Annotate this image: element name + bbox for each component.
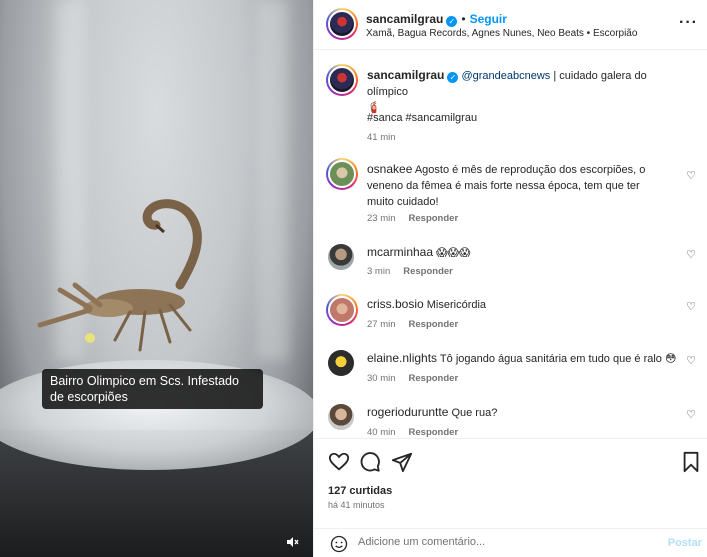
commenter-avatar[interactable] (326, 294, 358, 326)
post-media[interactable]: Bairro Olimpico em Scs. Infestado de esc… (0, 0, 313, 557)
more-options-icon[interactable]: ··· (679, 14, 698, 32)
add-comment-input[interactable] (358, 536, 618, 548)
comment-time: 40 min (367, 427, 396, 438)
comment-time: 30 min (367, 373, 396, 384)
like-comment-heart-icon[interactable]: ♡ (686, 169, 696, 182)
reply-button[interactable]: Responder (409, 319, 459, 330)
add-comment-bar: Postar (314, 528, 707, 557)
like-comment-heart-icon[interactable]: ♡ (686, 300, 696, 313)
like-heart-icon[interactable] (328, 451, 350, 473)
likes-count[interactable]: 127 curtidas (328, 485, 392, 497)
reply-button[interactable]: Responder (409, 373, 459, 384)
reply-button[interactable]: Responder (403, 266, 453, 277)
like-comment-heart-icon[interactable]: ♡ (686, 354, 696, 367)
comment-time: 23 min (367, 213, 396, 224)
commenter-avatar[interactable] (328, 350, 354, 376)
audio-subline[interactable]: Xamã, Bagua Records, Agnes Nunes, Neo Be… (366, 28, 637, 39)
comment-text: rogerioduruntte Que rua? (367, 404, 667, 421)
reply-button[interactable]: Responder (409, 427, 459, 438)
commenter-avatar[interactable] (328, 244, 354, 270)
commenter-avatar[interactable] (326, 158, 358, 190)
comment-time: 3 min (367, 266, 391, 277)
comment-body: Tô jogando água sanitária em tudo que é … (439, 353, 677, 365)
post-header: sancamilgrau ✓ • Seguir Xamã, Bagua Records… (314, 0, 707, 50)
media-caption: Bairro Olimpico em Scs. Infestado de esc… (42, 369, 263, 409)
comment-bubble-icon[interactable] (359, 451, 381, 473)
comment-body: 😱😱😱 (436, 247, 471, 259)
comments-list: sancamilgrau ✓ @grandeabcnews | cuidado g… (314, 50, 707, 438)
comment-meta: 30 min Responder (367, 373, 458, 384)
post-comment-button[interactable]: Postar (668, 537, 702, 549)
verified-badge-icon: ✓ (447, 72, 459, 83)
caption-username[interactable]: sancamilgrau (367, 68, 444, 82)
author-avatar[interactable] (326, 8, 358, 40)
glass-reflection (258, 0, 288, 360)
comment-username[interactable]: mcarminhaa (367, 245, 433, 259)
comment-text: osnakee Agosto é mês de reprodução dos e… (367, 161, 667, 210)
verified-badge-icon: ✓ (446, 16, 458, 27)
comment-text: elaine.nlights Tô jogando água sanitária… (367, 350, 687, 367)
share-send-icon[interactable] (391, 451, 413, 473)
comment-meta: 23 min Responder (367, 213, 458, 224)
comment-text: mcarminhaa 😱😱😱 (367, 244, 667, 261)
separator-dot: • (461, 12, 466, 26)
caption-hashtags[interactable]: #sanca #sancamilgrau (367, 110, 667, 126)
speaker-muted-icon[interactable] (282, 532, 302, 552)
comment-meta: 3 min Responder (367, 266, 453, 277)
bookmark-icon[interactable] (680, 451, 702, 473)
post-actions: 127 curtidas há 41 minutos Postar (314, 438, 707, 557)
reply-button[interactable]: Responder (409, 213, 459, 224)
comment-username[interactable]: elaine.nlights (367, 351, 437, 365)
comment-body: Que rua? (451, 407, 498, 419)
comment-username[interactable]: osnakee (367, 162, 412, 176)
caption-text: sancamilgrau ✓ @grandeabcnews | cuidado g… (367, 67, 667, 116)
like-comment-heart-icon[interactable]: ♡ (686, 408, 696, 421)
caption-time: 41 min (367, 132, 396, 143)
like-comment-heart-icon[interactable]: ♡ (686, 248, 696, 261)
author-avatar[interactable] (326, 64, 358, 96)
post-panel: sancamilgrau ✓ • Seguir Xamã, Bagua Records… (313, 0, 707, 557)
author-username[interactable]: sancamilgrau (366, 12, 443, 26)
posted-time: há 41 minutos (328, 500, 385, 510)
emoji-icon[interactable] (330, 535, 348, 553)
comment-meta: 27 min Responder (367, 319, 458, 330)
caption-mention[interactable]: @grandeabcnews (461, 70, 550, 82)
comment-username[interactable]: rogerioduruntte (367, 405, 448, 419)
comment-body: Misericórdia (426, 299, 487, 311)
scorpion-image (37, 199, 202, 352)
commenter-avatar[interactable] (328, 404, 354, 430)
comment-time: 27 min (367, 319, 396, 330)
comment-text: criss.bosio Misericórdia (367, 296, 667, 313)
follow-button[interactable]: Seguir (470, 12, 507, 26)
header-user-line: sancamilgrau ✓ • Seguir (366, 10, 507, 28)
comment-username[interactable]: criss.bosio (367, 297, 424, 311)
comment-meta: 40 min Responder (367, 427, 458, 438)
